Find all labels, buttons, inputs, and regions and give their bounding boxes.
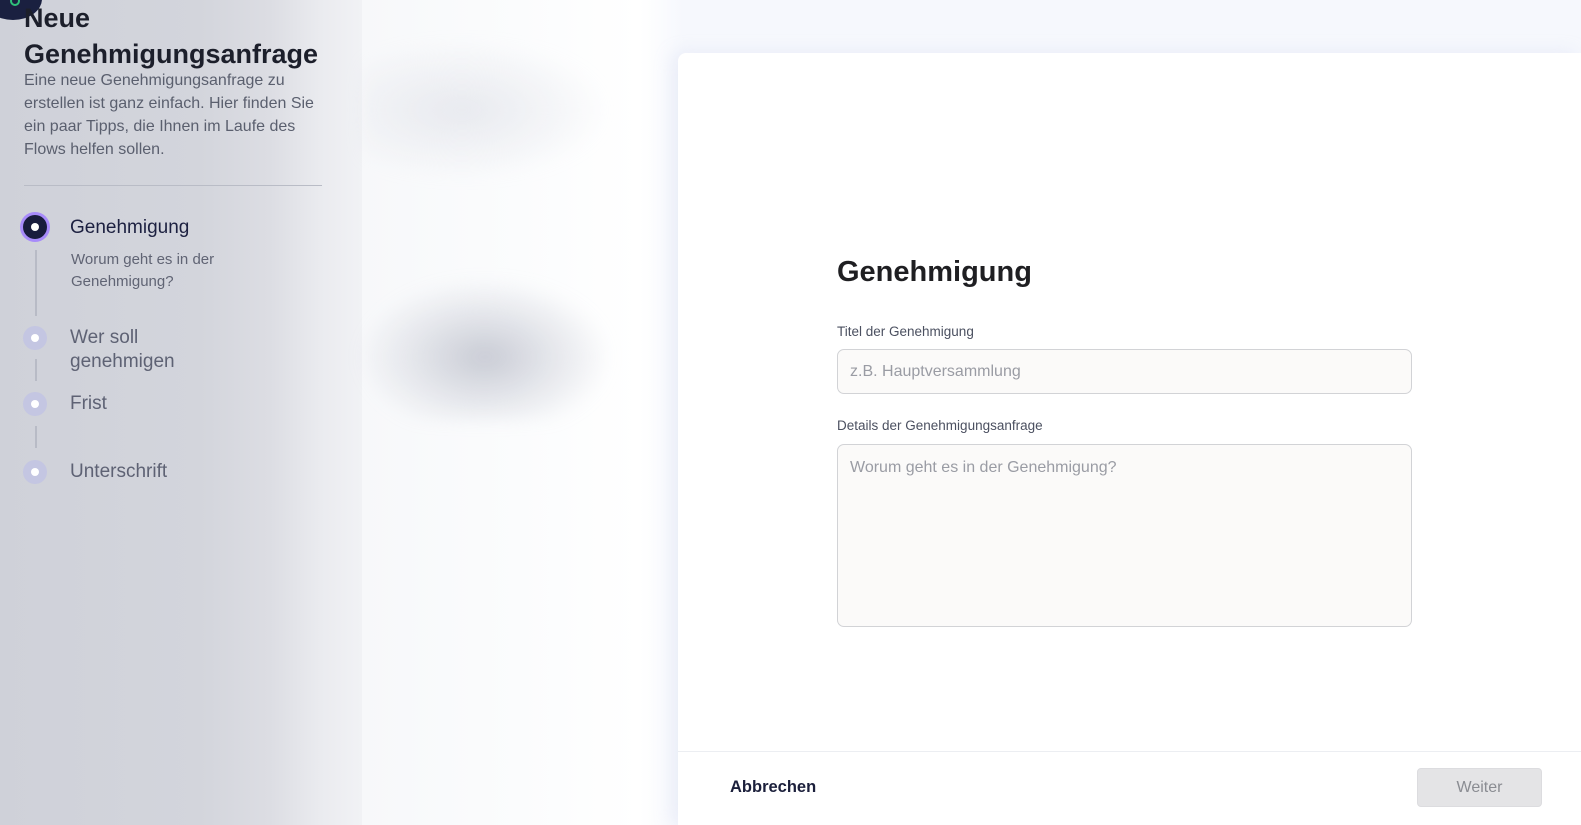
intro-text: Eine neue Genehmigungsanfrage zu erstell… bbox=[24, 72, 314, 158]
step-1-description: Worum geht es in der Genehmigung? bbox=[71, 251, 215, 290]
form-panel: Genehmigung Titel der Genehmigung Detail… bbox=[678, 53, 1581, 825]
title-input[interactable] bbox=[837, 349, 1412, 394]
step-3-bullet-icon bbox=[23, 392, 47, 416]
background-blur bbox=[362, 40, 612, 180]
step-connector bbox=[35, 426, 37, 448]
step-connector bbox=[35, 250, 37, 316]
page-title: Neue Genehmigungsanfrage bbox=[24, 3, 319, 69]
details-textarea[interactable] bbox=[837, 444, 1412, 627]
step-wer-soll-genehmigen[interactable]: Wer soll genehmigen bbox=[70, 326, 175, 374]
next-button[interactable]: Weiter bbox=[1417, 768, 1542, 807]
status-online-icon bbox=[10, 0, 20, 6]
form-title: Genehmigung bbox=[837, 256, 1032, 288]
step-genehmigung[interactable]: Genehmigung bbox=[70, 216, 189, 240]
title-field-label: Titel der Genehmigung bbox=[837, 324, 974, 339]
step-4-bullet-icon bbox=[23, 460, 47, 484]
page: Neue Genehmigungsanfrage Eine neue Geneh… bbox=[0, 0, 1581, 825]
step-frist[interactable]: Frist bbox=[70, 392, 107, 416]
step-2-bullet-icon bbox=[23, 326, 47, 350]
step-1-bullet-icon bbox=[23, 215, 47, 239]
divider bbox=[24, 185, 322, 186]
step-connector bbox=[35, 359, 37, 381]
form-footer: Abbrechen Weiter bbox=[678, 751, 1581, 825]
cancel-button[interactable]: Abbrechen bbox=[730, 778, 816, 797]
sidebar: Neue Genehmigungsanfrage Eine neue Geneh… bbox=[0, 0, 362, 825]
step-unterschrift[interactable]: Unterschrift bbox=[70, 460, 167, 484]
background-blur bbox=[360, 280, 610, 420]
details-field-label: Details der Genehmigungsanfrage bbox=[837, 418, 1043, 433]
